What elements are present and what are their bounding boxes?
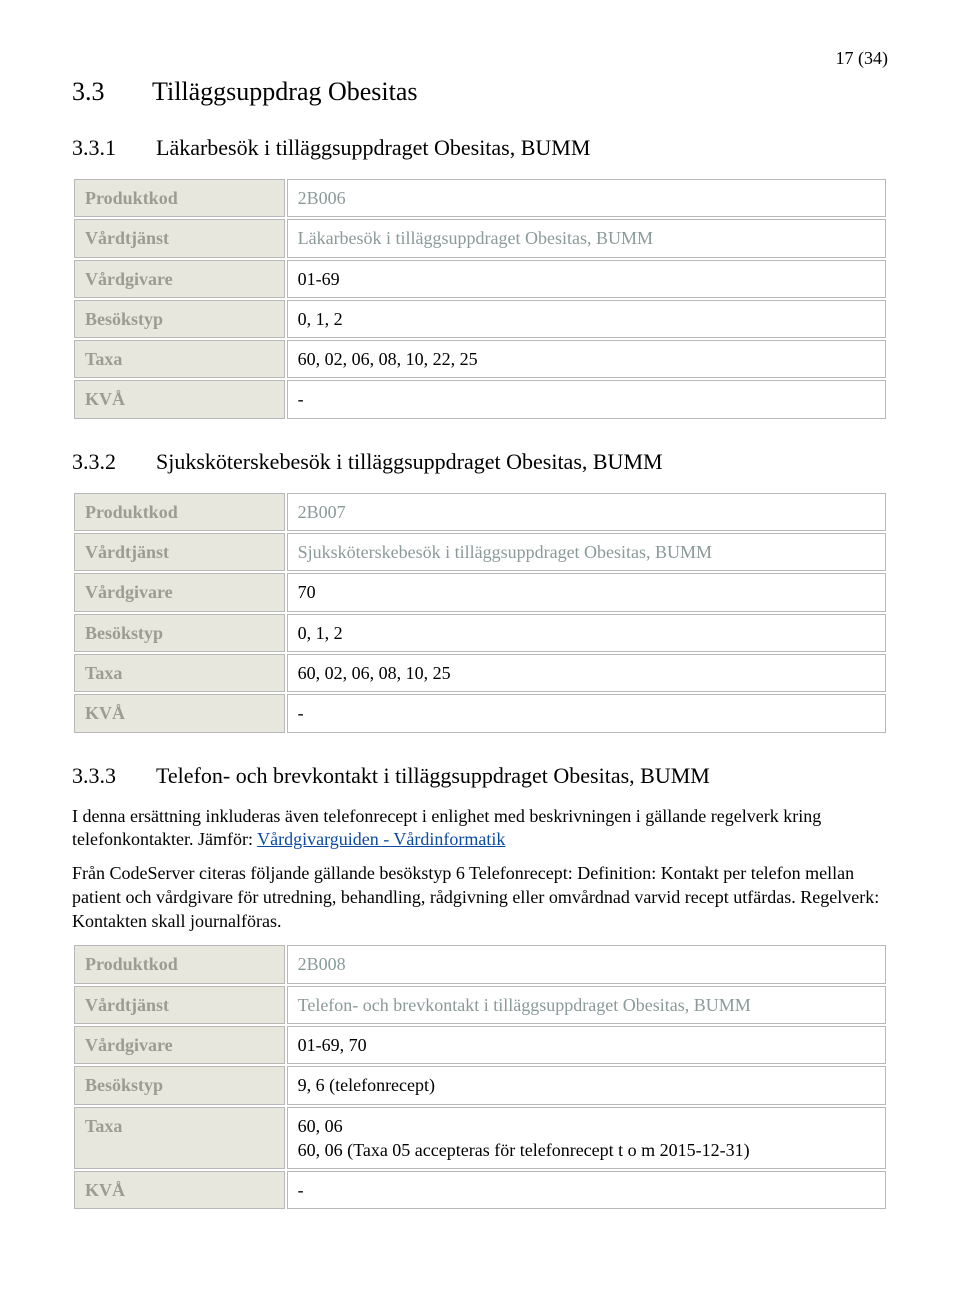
- row-value: 2B007: [287, 493, 886, 531]
- row-value: Sjuksköterskebesök i tilläggsuppdraget O…: [287, 533, 886, 571]
- heading-main-title: Tilläggsuppdrag Obesitas: [152, 77, 418, 107]
- section-number: 3.3.3: [72, 763, 128, 789]
- row-value: -: [287, 380, 886, 418]
- table-row: VårdtjänstLäkarbesök i tilläggsuppdraget…: [74, 219, 886, 257]
- row-label: KVÅ: [74, 694, 285, 732]
- table-row: Taxa60, 06 60, 06 (Taxa 05 accepteras fö…: [74, 1107, 886, 1170]
- table-row: Vårdgivare01-69, 70: [74, 1026, 886, 1064]
- row-label: Besökstyp: [74, 614, 285, 652]
- table-row: Taxa60, 02, 06, 08, 10, 25: [74, 654, 886, 692]
- row-label: Taxa: [74, 654, 285, 692]
- heading-main-number: 3.3: [72, 77, 120, 107]
- row-label: KVÅ: [74, 1171, 285, 1209]
- row-label: Vårdtjänst: [74, 986, 285, 1024]
- row-label: Taxa: [74, 340, 285, 378]
- table-332: Produktkod2B007 VårdtjänstSjuksköterskeb…: [72, 491, 888, 735]
- section-number: 3.3.1: [72, 135, 128, 161]
- section-number: 3.3.2: [72, 449, 128, 475]
- row-value: Läkarbesök i tilläggsuppdraget Obesitas,…: [287, 219, 886, 257]
- row-label: Taxa: [74, 1107, 285, 1170]
- heading-main: 3.3 Tilläggsuppdrag Obesitas: [72, 77, 888, 107]
- table-333: Produktkod2B008 VårdtjänstTelefon- och b…: [72, 943, 888, 1211]
- row-value: 01-69, 70: [287, 1026, 886, 1064]
- table-row: Besökstyp0, 1, 2: [74, 300, 886, 338]
- section-heading-333: 3.3.3 Telefon- och brevkontakt i tillägg…: [72, 763, 888, 789]
- row-value: 70: [287, 573, 886, 611]
- row-label: Vårdgivare: [74, 260, 285, 298]
- row-label: Produktkod: [74, 493, 285, 531]
- table-row: VårdtjänstSjuksköterskebesök i tilläggsu…: [74, 533, 886, 571]
- row-value: 0, 1, 2: [287, 300, 886, 338]
- table-row: KVÅ-: [74, 694, 886, 732]
- table-row: VårdtjänstTelefon- och brevkontakt i til…: [74, 986, 886, 1024]
- row-label: Vårdtjänst: [74, 219, 285, 257]
- table-row: Produktkod2B008: [74, 945, 886, 983]
- row-value: 60, 02, 06, 08, 10, 25: [287, 654, 886, 692]
- table-331: Produktkod2B006 VårdtjänstLäkarbesök i t…: [72, 177, 888, 421]
- row-value: 0, 1, 2: [287, 614, 886, 652]
- table-row: KVÅ-: [74, 1171, 886, 1209]
- row-label: Vårdgivare: [74, 573, 285, 611]
- row-value: 60, 06 60, 06 (Taxa 05 accepteras för te…: [287, 1107, 886, 1170]
- section-title: Läkarbesök i tilläggsuppdraget Obesitas,…: [156, 135, 590, 161]
- table-row: Vårdgivare01-69: [74, 260, 886, 298]
- body-paragraph-1: I denna ersättning inkluderas även telef…: [72, 805, 888, 853]
- row-value: -: [287, 1171, 886, 1209]
- link-vardgivarguiden[interactable]: Vårdgivarguiden - Vårdinformatik: [257, 829, 505, 849]
- table-row: Vårdgivare70: [74, 573, 886, 611]
- row-label: Vårdgivare: [74, 1026, 285, 1064]
- section-title: Telefon- och brevkontakt i tilläggsuppdr…: [156, 763, 710, 789]
- row-value: 2B006: [287, 179, 886, 217]
- row-label: Besökstyp: [74, 300, 285, 338]
- row-label: Vårdtjänst: [74, 533, 285, 571]
- table-row: KVÅ-: [74, 380, 886, 418]
- table-row: Produktkod2B006: [74, 179, 886, 217]
- row-value: 01-69: [287, 260, 886, 298]
- table-row: Besökstyp0, 1, 2: [74, 614, 886, 652]
- row-label: KVÅ: [74, 380, 285, 418]
- row-value: -: [287, 694, 886, 732]
- row-value: 2B008: [287, 945, 886, 983]
- table-row: Taxa60, 02, 06, 08, 10, 22, 25: [74, 340, 886, 378]
- row-value: 9, 6 (telefonrecept): [287, 1066, 886, 1104]
- row-label: Besökstyp: [74, 1066, 285, 1104]
- row-value: Telefon- och brevkontakt i tilläggsuppdr…: [287, 986, 886, 1024]
- row-label: Produktkod: [74, 945, 285, 983]
- section-heading-332: 3.3.2 Sjuksköterskebesök i tilläggsuppdr…: [72, 449, 888, 475]
- row-value: 60, 02, 06, 08, 10, 22, 25: [287, 340, 886, 378]
- row-label: Produktkod: [74, 179, 285, 217]
- body-paragraph-2: Från CodeServer citeras följande gälland…: [72, 862, 888, 933]
- page-number: 17 (34): [72, 48, 888, 69]
- section-heading-331: 3.3.1 Läkarbesök i tilläggsuppdraget Obe…: [72, 135, 888, 161]
- section-title: Sjuksköterskebesök i tilläggsuppdraget O…: [156, 449, 663, 475]
- table-row: Produktkod2B007: [74, 493, 886, 531]
- table-row: Besökstyp9, 6 (telefonrecept): [74, 1066, 886, 1104]
